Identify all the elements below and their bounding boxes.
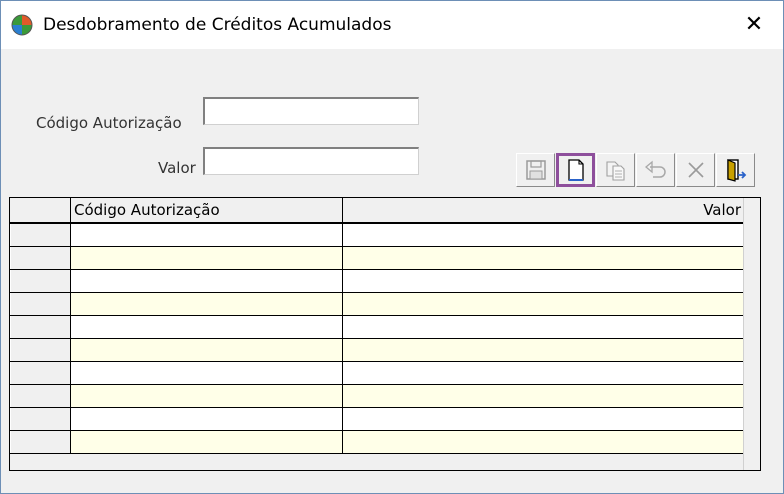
codigo-autorizacao-cell[interactable] (70, 384, 343, 408)
grid-body (10, 222, 745, 454)
exit-door-icon (726, 159, 746, 182)
codigo-autorizacao-cell[interactable] (70, 361, 343, 385)
valor-cell[interactable] (342, 269, 745, 293)
undo-icon (644, 160, 666, 178)
window-title: Desdobramento de Créditos Acumulados (43, 15, 392, 35)
title-bar[interactable]: Desdobramento de Créditos Acumulados ✕ (1, 1, 783, 49)
valor-cell[interactable] (342, 315, 745, 339)
row-indicator[interactable] (10, 245, 71, 270)
valor-label: Valor (158, 159, 196, 177)
codigo-autorizacao-cell[interactable] (70, 315, 343, 339)
valor-cell[interactable] (342, 361, 745, 385)
valor-cell[interactable] (342, 223, 745, 247)
row-indicator[interactable] (10, 291, 71, 316)
valor-cell[interactable] (342, 246, 745, 270)
row-indicator[interactable] (10, 360, 71, 385)
column-header-codigo-autorizacao[interactable]: Código Autorização (70, 198, 343, 224)
codigo-autorizacao-label: Código Autorização (36, 114, 182, 132)
column-header-valor[interactable]: Valor (342, 198, 745, 224)
exit-button[interactable] (716, 153, 755, 187)
row-indicator[interactable] (10, 222, 71, 247)
copy-button[interactable] (596, 153, 635, 187)
row-indicator[interactable] (10, 406, 71, 431)
close-button[interactable]: ✕ (737, 11, 771, 39)
row-indicator[interactable] (10, 268, 71, 293)
codigo-autorizacao-cell[interactable] (70, 430, 343, 454)
table-row[interactable] (10, 314, 745, 339)
codigo-autorizacao-cell[interactable] (70, 292, 343, 316)
undo-button[interactable] (636, 153, 675, 187)
codigo-autorizacao-cell[interactable] (70, 223, 343, 247)
table-row[interactable] (10, 337, 745, 362)
x-delete-icon (687, 162, 704, 178)
vertical-scrollbar[interactable] (743, 198, 760, 470)
toolbar (516, 153, 762, 189)
save-button[interactable] (516, 153, 555, 187)
delete-button[interactable] (676, 153, 715, 187)
table-row[interactable] (10, 383, 745, 408)
floppy-disk-icon (525, 160, 546, 180)
data-grid[interactable]: Código Autorização Valor (9, 197, 761, 471)
valor-cell[interactable] (342, 430, 745, 454)
row-indicator[interactable] (10, 337, 71, 362)
new-button[interactable] (556, 153, 595, 187)
row-indicator[interactable] (10, 429, 71, 454)
new-document-icon (567, 159, 584, 181)
client-area: Código Autorização Valor Código Autoriza… (1, 49, 783, 493)
codigo-autorizacao-cell[interactable] (70, 246, 343, 270)
grid-header-row: Código Autorização Valor (10, 198, 745, 224)
codigo-autorizacao-cell[interactable] (70, 269, 343, 293)
table-row[interactable] (10, 245, 745, 270)
close-icon: ✕ (744, 12, 764, 37)
row-indicator[interactable] (10, 383, 71, 408)
copy-document-icon (605, 161, 625, 181)
valor-cell[interactable] (342, 338, 745, 362)
table-row[interactable] (10, 406, 745, 431)
table-row[interactable] (10, 291, 745, 316)
valor-cell[interactable] (342, 292, 745, 316)
valor-input[interactable] (203, 147, 419, 175)
dialog-window: Desdobramento de Créditos Acumulados ✕ C… (0, 0, 784, 494)
table-row[interactable] (10, 429, 745, 454)
codigo-autorizacao-input[interactable] (203, 97, 419, 125)
codigo-autorizacao-cell[interactable] (70, 407, 343, 431)
valor-cell[interactable] (342, 384, 745, 408)
codigo-autorizacao-cell[interactable] (70, 338, 343, 362)
grid-corner-header[interactable] (10, 198, 71, 224)
table-row[interactable] (10, 222, 745, 247)
valor-cell[interactable] (342, 407, 745, 431)
app-globe-icon (11, 14, 33, 36)
table-row[interactable] (10, 360, 745, 385)
table-row[interactable] (10, 268, 745, 293)
row-indicator[interactable] (10, 314, 71, 339)
grid-table: Código Autorização Valor (10, 198, 745, 454)
